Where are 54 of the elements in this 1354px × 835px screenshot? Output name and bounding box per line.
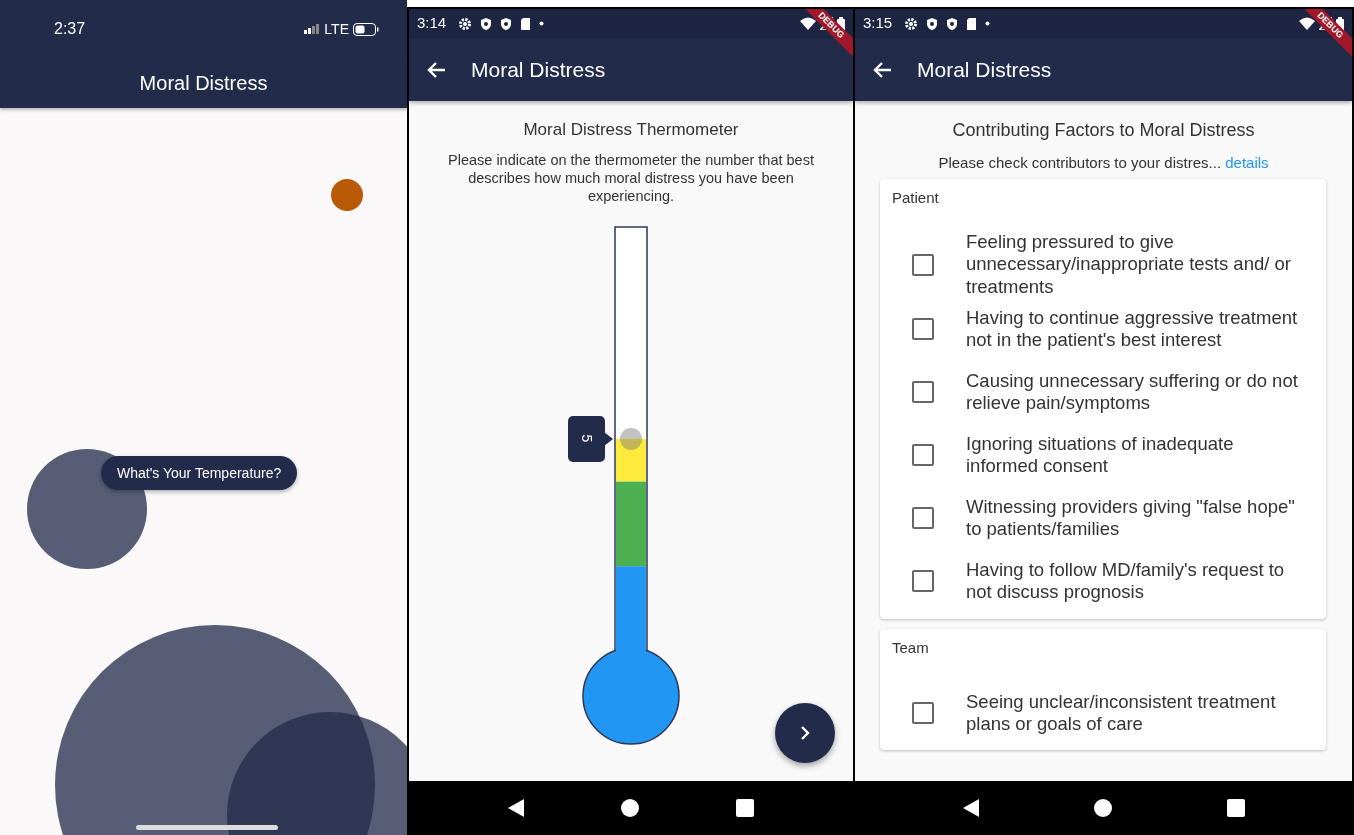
checkbox[interactable] — [912, 701, 934, 724]
checkbox[interactable] — [912, 253, 934, 276]
status-time: 2:37 — [54, 19, 86, 39]
factor-label: Ignoring situations of inadequate informed consent — [966, 433, 1235, 478]
checkbox[interactable] — [912, 570, 934, 593]
decorative-dot — [331, 179, 363, 211]
wifi-icon — [800, 17, 816, 30]
chevron-right-icon — [800, 726, 810, 740]
checkbox[interactable] — [912, 444, 934, 467]
sd-card-icon — [966, 16, 978, 31]
instructions-text: Please indicate on the thermometer the number that best describes how much moral distress you have been experiencing. — [447, 150, 815, 205]
network-label: LTE — [324, 19, 349, 39]
start-button[interactable]: What's Your Temperature? — [101, 456, 298, 490]
checkbox[interactable] — [912, 507, 934, 530]
app-bar-title: Moral Distress — [139, 71, 268, 96]
factor-label: Having to follow MD/family's request to not discuss prognosis — [966, 559, 1286, 604]
shield-icon — [480, 16, 493, 31]
slider-thumb[interactable] — [620, 427, 642, 450]
shield-icon — [946, 16, 959, 31]
back-icon[interactable] — [962, 799, 979, 817]
factor-label: Having to continue aggressive treatment not in the patient's best interest — [966, 307, 1299, 352]
checkbox[interactable] — [912, 381, 934, 404]
home-icon[interactable] — [1093, 799, 1112, 817]
app-bar-title: Moral Distress — [471, 56, 606, 83]
screen-heading: Contributing Factors to Moral Distress — [951, 119, 1256, 142]
shield-icon — [500, 16, 513, 31]
shield-icon — [926, 16, 939, 31]
checkbox[interactable] — [912, 318, 934, 341]
signal-icon — [304, 24, 321, 34]
status-time: 3:14 — [417, 13, 447, 34]
section-title: Patient — [892, 187, 940, 208]
factor-label: Causing unnecessary suffering or do not relieve pain/symptoms — [966, 370, 1299, 415]
value-tooltip: 5 — [568, 415, 614, 462]
factor-label: Seeing unclear/inconsistent treatment plans or goals of care — [966, 690, 1277, 735]
dot-icon — [539, 21, 545, 26]
gear-icon — [904, 16, 919, 31]
factor-label: Witnessing providers giving "false hope" to patients/families — [966, 496, 1296, 541]
factor-label: Feeling pressured to give unnecessary/inappropriate tests and/ or treatments — [966, 231, 1292, 298]
gear-icon — [458, 16, 473, 31]
thermometer-drawing[interactable] — [581, 224, 681, 747]
recents-icon[interactable] — [1226, 799, 1245, 817]
battery-icon — [353, 22, 379, 36]
screen-heading: Moral Distress Thermometer — [522, 119, 740, 141]
app-bar-title: Moral Distress — [917, 56, 1052, 83]
home-icon[interactable] — [621, 799, 639, 817]
sd-card-icon — [520, 16, 532, 31]
back-icon[interactable] — [507, 799, 524, 817]
recents-icon[interactable] — [736, 799, 755, 817]
section-title: Team — [892, 637, 930, 658]
instructions-text: Please check contributors to your distres... details — [937, 154, 1270, 173]
next-button[interactable] — [775, 703, 835, 763]
status-time: 3:15 — [863, 13, 893, 34]
wifi-icon — [1299, 17, 1315, 30]
dot-icon — [985, 21, 991, 26]
